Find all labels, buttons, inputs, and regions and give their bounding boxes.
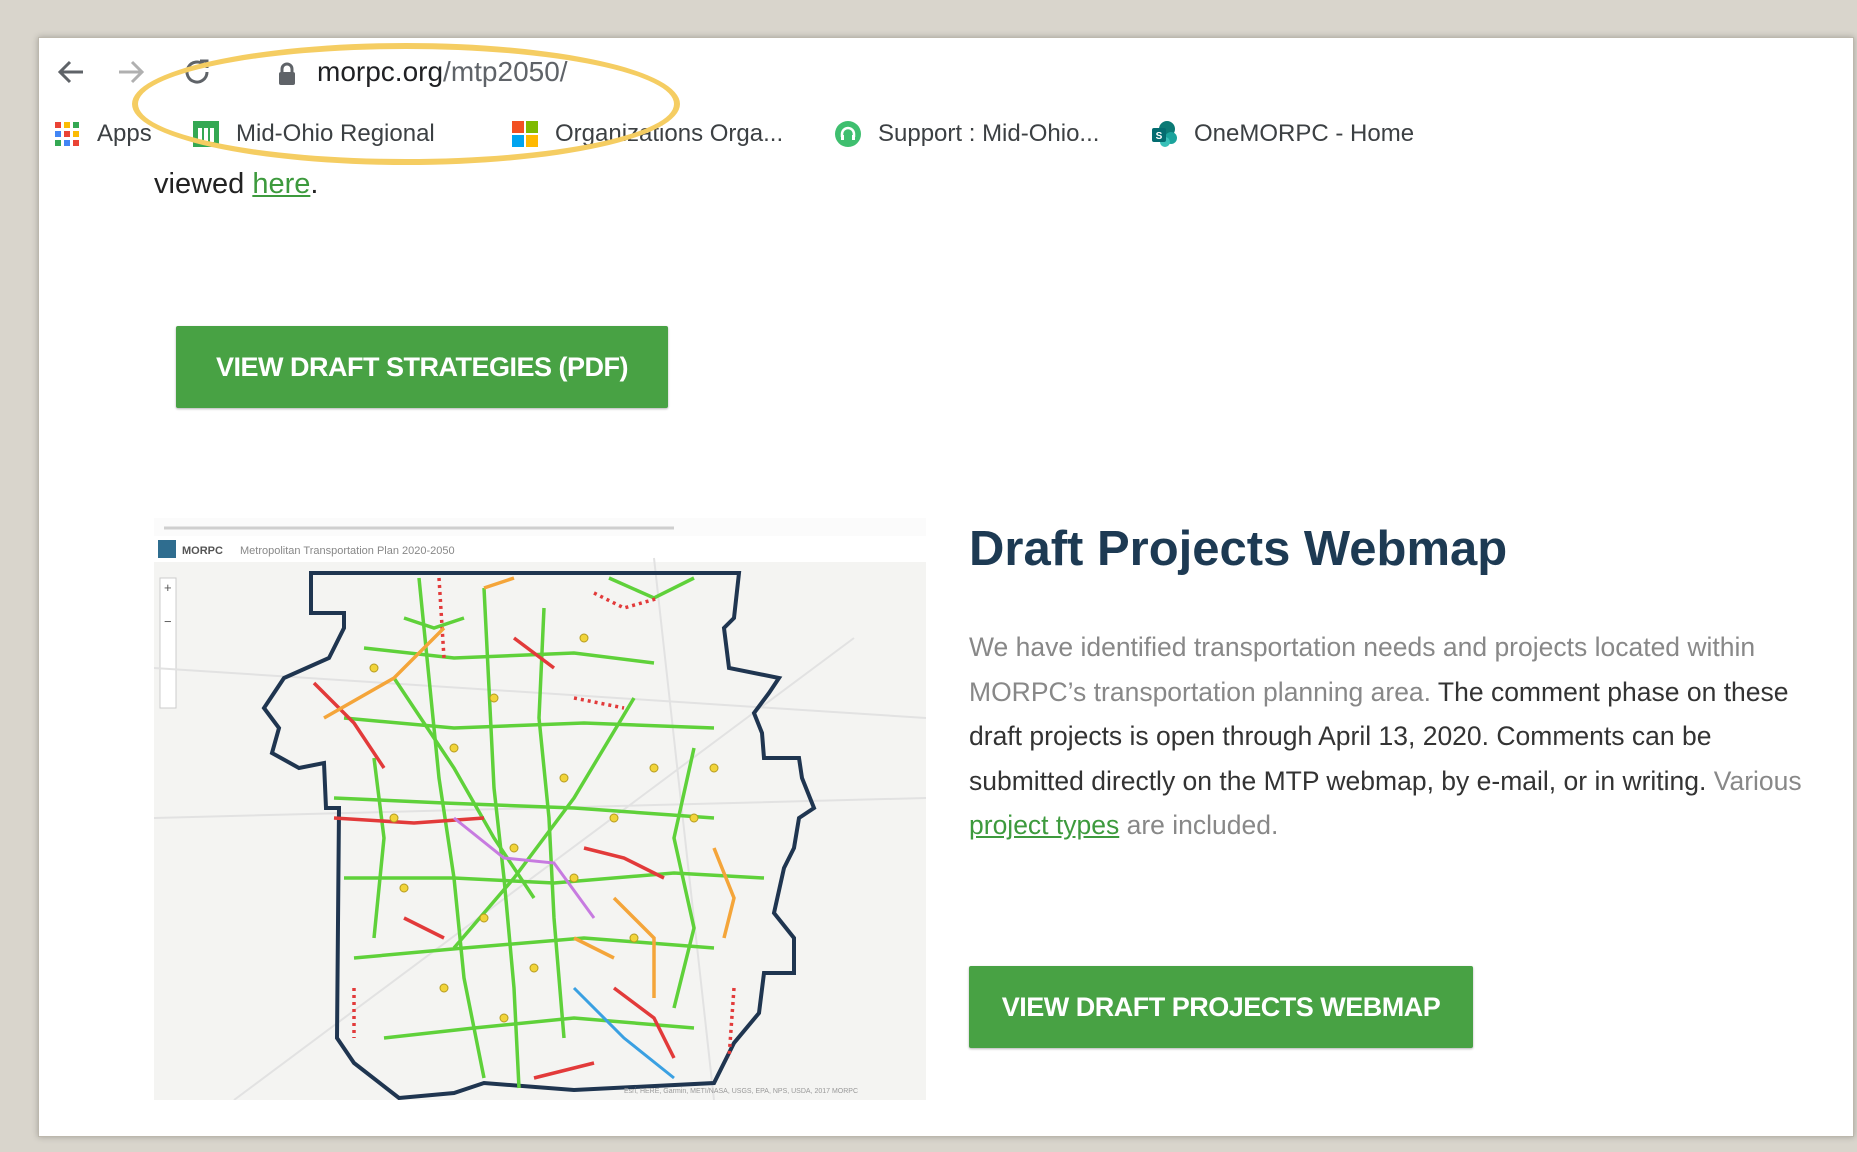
bookmarks-bar: Apps Mid-Ohio Regional Organizations Org…: [39, 114, 1853, 166]
bookmark-support[interactable]: Support : Mid-Ohio...: [834, 120, 1099, 148]
view-draft-projects-webmap-button[interactable]: VIEW DRAFT PROJECTS WEBMAP: [969, 966, 1473, 1048]
project-types-link[interactable]: project types: [969, 810, 1119, 840]
view-draft-strategies-button[interactable]: VIEW DRAFT STRATEGIES (PDF): [176, 326, 668, 408]
bookmark-label: OneMORPC - Home: [1194, 120, 1415, 147]
bookmark-organizations[interactable]: Organizations Orga...: [511, 120, 783, 148]
bookmark-apps[interactable]: Apps: [53, 120, 152, 148]
forward-arrow-icon[interactable]: [109, 50, 153, 94]
bookmark-label: Organizations Orga...: [555, 120, 784, 147]
svg-text:S: S: [1156, 131, 1163, 142]
here-link[interactable]: here: [252, 168, 310, 200]
viewed-suffix: .: [310, 168, 319, 200]
svg-text:−: −: [164, 614, 172, 629]
bookmark-label: Apps: [97, 120, 152, 147]
draft-projects-webmap-heading: Draft Projects Webmap: [969, 522, 1508, 576]
webmap-description: We have identified transportation needs …: [969, 625, 1829, 848]
address-bar-url[interactable]: morpc.org/mtp2050/: [317, 56, 568, 88]
url-path: /mtp2050/: [443, 56, 568, 87]
para-part-4: are included.: [1119, 810, 1279, 840]
para-part-3: Various: [1713, 765, 1802, 796]
bookmark-label: Support : Mid-Ohio...: [878, 120, 1100, 147]
viewed-text: viewed here.: [154, 168, 318, 201]
headset-icon: [834, 120, 862, 148]
map-zoom-controls[interactable]: [159, 577, 177, 709]
bookmark-label: Mid-Ohio Regional: [236, 120, 435, 147]
map-brand: MORPC: [182, 545, 223, 557]
bookmark-mid-ohio-regional[interactable]: Mid-Ohio Regional: [192, 120, 435, 148]
svg-text:+: +: [164, 580, 172, 595]
map-title: Metropolitan Transportation Plan 2020-20…: [240, 545, 455, 557]
webmap-preview-image[interactable]: MORPC Metropolitan Transportation Plan 2…: [153, 518, 927, 1101]
back-arrow-icon[interactable]: [49, 50, 93, 94]
sheet-icon: [192, 120, 220, 148]
sharepoint-icon: S: [1150, 120, 1178, 148]
viewed-prefix: viewed: [154, 168, 253, 200]
lock-icon[interactable]: [277, 62, 297, 91]
browser-window: morpc.org/mtp2050/ Apps Mid-Ohio Regiona…: [38, 37, 1854, 1137]
apps-grid-icon: [53, 120, 81, 148]
reload-icon[interactable]: [175, 50, 219, 94]
url-host: morpc.org: [317, 56, 444, 87]
bookmark-onemorpc-home[interactable]: S OneMORPC - Home: [1150, 120, 1414, 148]
morpc-logo-icon: [158, 540, 176, 558]
navigation-bar: morpc.org/mtp2050/: [39, 38, 1853, 114]
map-attribution: Esri, HERE, Garmin, METI/NASA, USGS, EPA…: [624, 1088, 858, 1095]
windows-logo-icon: [511, 120, 539, 148]
